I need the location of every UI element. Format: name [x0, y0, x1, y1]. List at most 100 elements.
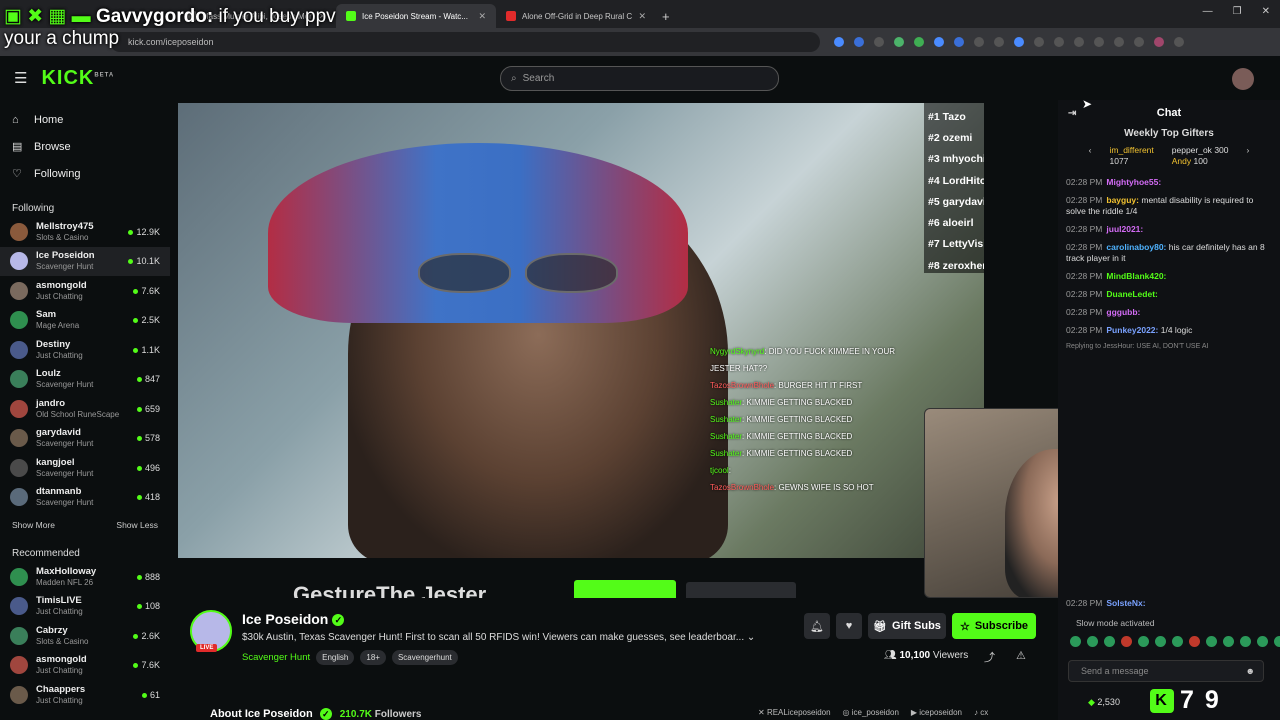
video-chat-text: : KIMMIE GETTING BLACKED [742, 398, 853, 407]
chat-user[interactable]: carolinaboy80: [1106, 242, 1166, 252]
category-link[interactable]: Scavenger Hunt [242, 652, 310, 663]
follow-button-partial[interactable] [574, 580, 676, 598]
user-avatar[interactable] [1232, 68, 1254, 90]
instagram-social-link[interactable]: ◎ ice_poseidon [843, 708, 899, 717]
gift-button-partial[interactable] [686, 582, 796, 598]
sidebar-channel[interactable]: Mellstroy475 Slots & Casino 12.9K [0, 217, 170, 247]
extension-icon[interactable] [874, 37, 884, 47]
emote-icon[interactable] [1121, 636, 1132, 647]
extension-icon[interactable] [1134, 37, 1144, 47]
new-tab-icon[interactable]: + [662, 9, 670, 24]
video-player[interactable]: #1 Tazo 46 RFIDs18,165 points #2 ozemi 4… [178, 103, 984, 558]
sidebar-channel[interactable]: Destiny Just Chatting 1.1K [0, 335, 170, 365]
chat-user[interactable]: Mightyhoe55: [1106, 177, 1161, 187]
extension-icon[interactable] [954, 37, 964, 47]
sidebar-channel[interactable]: garydavid Scavenger Hunt 578 [0, 424, 170, 454]
emote-icon[interactable] [1206, 636, 1217, 647]
emote-icon[interactable] [1138, 636, 1149, 647]
channel-name[interactable]: Ice Poseidon ✓ [242, 611, 345, 627]
chat-user[interactable]: Punkey2022: [1106, 325, 1158, 335]
close-tab-icon[interactable]: ✕ [478, 11, 486, 22]
emote-icon[interactable] [1189, 636, 1200, 647]
emote-icon[interactable] [1274, 636, 1280, 647]
emoji-picker-icon[interactable]: ☻ [1246, 666, 1255, 676]
extension-icon[interactable] [1054, 37, 1064, 47]
youtube-social-link[interactable]: ▶ iceposeidon [911, 708, 962, 717]
chat-user[interactable]: juul2021: [1106, 224, 1143, 234]
sidebar-channel[interactable]: kangjoel Scavenger Hunt 496 [0, 453, 170, 483]
x-social-link[interactable]: ✕ REALiceposeidon [758, 708, 831, 717]
gift-subs-button[interactable]: 🎁︎ Gift Subs [868, 613, 946, 639]
gifter-entry[interactable]: im_different 1077 [1110, 145, 1154, 167]
close-tab-icon[interactable]: ✕ [638, 11, 646, 22]
extension-icon[interactable] [934, 37, 944, 47]
sidebar-channel[interactable]: Sam Mage Arena 2.5K [0, 306, 170, 336]
next-arrow-icon[interactable]: › [1247, 145, 1250, 167]
chat-user[interactable]: bayguy: [1106, 195, 1139, 205]
expand-chevron-icon[interactable]: ⌄ [747, 632, 755, 643]
search-input[interactable]: ⌕ Search [500, 66, 779, 91]
notification-bell-button[interactable]: 🔔︎ [804, 613, 830, 639]
extension-icon[interactable] [914, 37, 924, 47]
extension-icon[interactable] [834, 37, 844, 47]
chat-user[interactable]: DuaneLedet: [1106, 289, 1157, 299]
chat-user[interactable]: MindBlank420: [1106, 271, 1166, 281]
sidebar-channel[interactable]: Chaappers Just Chatting 61 [0, 680, 170, 710]
nav-following[interactable]: ♡ Following [0, 160, 170, 187]
emote-icon[interactable] [1257, 636, 1268, 647]
emote-icon[interactable] [1070, 636, 1081, 647]
share-icon[interactable]: ⤴ [984, 649, 995, 665]
extension-icon[interactable] [1114, 37, 1124, 47]
extension-icon[interactable] [1034, 37, 1044, 47]
close-window-icon[interactable]: ✕ [1262, 6, 1270, 17]
report-icon[interactable]: ⚠ [1016, 649, 1026, 662]
sidebar-channel[interactable]: TimisLIVE Just Chatting 108 [0, 592, 170, 622]
show-more-button[interactable]: Show More [12, 520, 55, 530]
minimize-icon[interactable]: — [1203, 6, 1213, 17]
emote-icon[interactable] [1240, 636, 1251, 647]
sidebar-channel[interactable]: jandro Old School RuneScape 659 [0, 394, 170, 424]
tag-chip[interactable]: English [316, 650, 355, 665]
browser-tab[interactable]: Alone Off-Grid in Deep Rural C... ✕ [496, 4, 656, 28]
sidebar-channel[interactable]: Loulz Scavenger Hunt 847 [0, 365, 170, 395]
sidebar-channel[interactable]: Ice Poseidon Scavenger Hunt 10.1K [0, 246, 170, 276]
sidebar-channel[interactable]: dtanmanb Scavenger Hunt 418 [0, 483, 170, 513]
browser-tab-active[interactable]: Ice Poseidon Stream - Watc... ✕ [336, 4, 496, 28]
extension-icon[interactable] [1094, 37, 1104, 47]
sidebar-channel[interactable]: MaxHolloway Madden NFL 26 888 [0, 562, 170, 592]
other-social-link[interactable]: ♪ cx [974, 708, 988, 717]
emote-icon[interactable] [1223, 636, 1234, 647]
menu-icon[interactable]: ☰ [14, 69, 27, 87]
subscribe-button[interactable]: ☆ Subscribe [952, 613, 1036, 639]
emote-icon[interactable] [1172, 636, 1183, 647]
menu-dots-icon[interactable] [1174, 37, 1184, 47]
gifter-entry[interactable]: pepper_ok 300 Andy 100 [1172, 145, 1229, 167]
extension-icon[interactable] [1014, 37, 1024, 47]
profile-icon[interactable] [1154, 37, 1164, 47]
prev-arrow-icon[interactable]: ‹ [1089, 145, 1092, 167]
chat-user[interactable]: gggubb: [1106, 307, 1140, 317]
nav-home[interactable]: ⌂ Home [0, 106, 170, 133]
extension-icon[interactable] [1074, 37, 1084, 47]
emote-icon[interactable] [1104, 636, 1115, 647]
chat-input[interactable]: Send a message ☻ [1068, 660, 1264, 682]
sidebar-channel[interactable]: Cabrzy Slots & Casino 2.6K [0, 621, 170, 651]
nav-browse[interactable]: ▤ Browse [0, 133, 170, 160]
collapse-chat-icon[interactable]: ⇥ [1068, 108, 1076, 119]
show-less-button[interactable]: Show Less [116, 520, 158, 530]
emote-icon[interactable] [1155, 636, 1166, 647]
tag-chip[interactable]: Scavengerhunt [391, 650, 458, 665]
emote-icon[interactable] [1087, 636, 1098, 647]
extension-icon[interactable] [974, 37, 984, 47]
sidebar-channel[interactable]: asmongold Just Chatting 7.6K [0, 276, 170, 306]
channel-points[interactable]: ◆ 2,530 [1088, 697, 1120, 708]
follow-heart-button[interactable]: ♥ [836, 613, 862, 639]
sidebar-channel[interactable]: asmongold Just Chatting 7.6K [0, 651, 170, 681]
kick-logo[interactable]: KICKBETA [41, 67, 114, 90]
tag-chip[interactable]: 18+ [360, 650, 386, 665]
chat-user[interactable]: SolsteNx: [1106, 598, 1145, 608]
extension-icon[interactable] [894, 37, 904, 47]
extension-icon[interactable] [994, 37, 1004, 47]
maximize-icon[interactable]: ❐ [1233, 6, 1242, 17]
extension-icon[interactable] [854, 37, 864, 47]
